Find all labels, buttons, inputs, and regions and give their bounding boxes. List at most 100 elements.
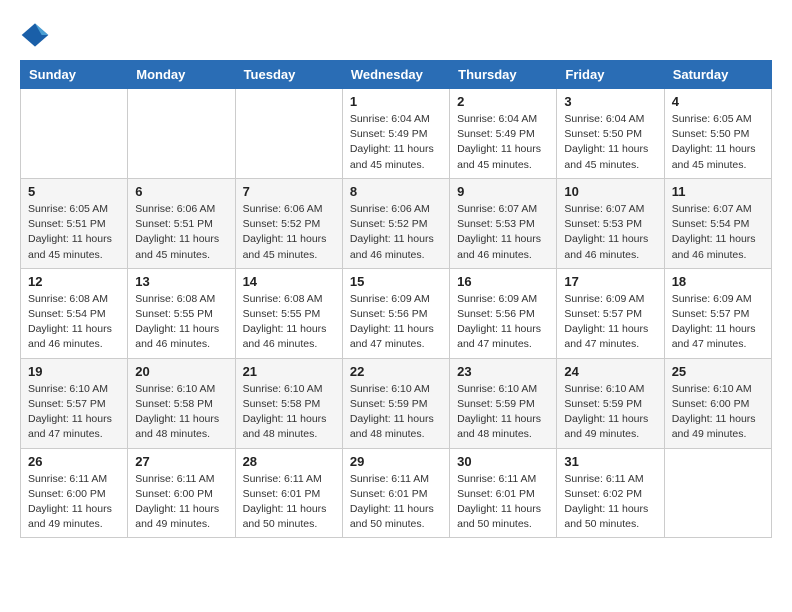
calendar-cell: 14 Sunrise: 6:08 AMSunset: 5:55 PMDayligh… bbox=[235, 268, 342, 358]
day-number: 25 bbox=[672, 364, 764, 379]
day-number: 4 bbox=[672, 94, 764, 109]
day-number: 10 bbox=[564, 184, 656, 199]
calendar-cell: 16Sunrise: 6:09 AMSunset: 5:56 PMDayligh… bbox=[450, 268, 557, 358]
day-number: 15 bbox=[350, 274, 442, 289]
day-info: Sunrise: 6:04 AMSunset: 5:49 PMDaylight:… bbox=[350, 112, 442, 173]
day-number: 6 bbox=[135, 184, 227, 199]
day-header-wednesday: Wednesday bbox=[342, 61, 449, 89]
day-number: 23 bbox=[457, 364, 549, 379]
calendar-cell: 10 Sunrise: 6:07 AMSunset: 5:53 PMDayligh… bbox=[557, 178, 664, 268]
day-header-tuesday: Tuesday bbox=[235, 61, 342, 89]
calendar-cell: 29 Sunrise: 6:11 AMSunset: 6:01 PMDayligh… bbox=[342, 448, 449, 538]
day-info: Sunrise: 6:11 AMSunset: 6:01 PMDaylight:… bbox=[243, 472, 335, 533]
day-number: 2 bbox=[457, 94, 549, 109]
day-info: Sunrise: 6:09 AMSunset: 5:56 PMDaylight:… bbox=[350, 292, 442, 353]
calendar-cell: 3 Sunrise: 6:04 AMSunset: 5:50 PMDaylight… bbox=[557, 89, 664, 179]
day-number: 27 bbox=[135, 454, 227, 469]
calendar-cell: 17Sunrise: 6:09 AMSunset: 5:57 PMDayligh… bbox=[557, 268, 664, 358]
day-number: 29 bbox=[350, 454, 442, 469]
day-header-monday: Monday bbox=[128, 61, 235, 89]
day-info: Sunrise: 6:11 AMSunset: 6:00 PMDaylight:… bbox=[28, 472, 120, 533]
day-info: Sunrise: 6:06 AMSunset: 5:52 PMDaylight:… bbox=[243, 202, 335, 263]
day-info: Sunrise: 6:10 AMSunset: 5:59 PMDaylight:… bbox=[564, 382, 656, 443]
day-info: Sunrise: 6:10 AMSunset: 5:58 PMDaylight:… bbox=[135, 382, 227, 443]
day-info: Sunrise: 6:05 AMSunset: 5:50 PMDaylight:… bbox=[672, 112, 764, 173]
day-info: Sunrise: 6:11 AMSunset: 6:01 PMDaylight:… bbox=[350, 472, 442, 533]
calendar-cell: 30 Sunrise: 6:11 AMSunset: 6:01 PMDayligh… bbox=[450, 448, 557, 538]
calendar-week-2: 5 Sunrise: 6:05 AMSunset: 5:51 PMDaylight… bbox=[21, 178, 772, 268]
day-info: Sunrise: 6:08 AMSunset: 5:55 PMDaylight:… bbox=[135, 292, 227, 353]
day-info: Sunrise: 6:06 AMSunset: 5:52 PMDaylight:… bbox=[350, 202, 442, 263]
day-number: 13 bbox=[135, 274, 227, 289]
calendar-cell: 5 Sunrise: 6:05 AMSunset: 5:51 PMDaylight… bbox=[21, 178, 128, 268]
day-number: 5 bbox=[28, 184, 120, 199]
day-info: Sunrise: 6:10 AMSunset: 5:57 PMDaylight:… bbox=[28, 382, 120, 443]
calendar-cell: 18 Sunrise: 6:09 AMSunset: 5:57 PMDayligh… bbox=[664, 268, 771, 358]
calendar-cell: 26 Sunrise: 6:11 AMSunset: 6:00 PMDayligh… bbox=[21, 448, 128, 538]
calendar-cell: 27Sunrise: 6:11 AMSunset: 6:00 PMDayligh… bbox=[128, 448, 235, 538]
day-number: 7 bbox=[243, 184, 335, 199]
calendar-week-4: 19 Sunrise: 6:10 AMSunset: 5:57 PMDayligh… bbox=[21, 358, 772, 448]
day-header-friday: Friday bbox=[557, 61, 664, 89]
day-number: 19 bbox=[28, 364, 120, 379]
calendar-cell bbox=[128, 89, 235, 179]
calendar-cell: 22 Sunrise: 6:10 AMSunset: 5:59 PMDayligh… bbox=[342, 358, 449, 448]
day-header-thursday: Thursday bbox=[450, 61, 557, 89]
calendar-cell: 15 Sunrise: 6:09 AMSunset: 5:56 PMDayligh… bbox=[342, 268, 449, 358]
day-number: 12 bbox=[28, 274, 120, 289]
day-info: Sunrise: 6:08 AMSunset: 5:54 PMDaylight:… bbox=[28, 292, 120, 353]
calendar-week-3: 12 Sunrise: 6:08 AMSunset: 5:54 PMDayligh… bbox=[21, 268, 772, 358]
calendar-cell bbox=[664, 448, 771, 538]
day-info: Sunrise: 6:05 AMSunset: 5:51 PMDaylight:… bbox=[28, 202, 120, 263]
calendar-cell bbox=[21, 89, 128, 179]
calendar-cell: 28 Sunrise: 6:11 AMSunset: 6:01 PMDayligh… bbox=[235, 448, 342, 538]
calendar-cell: 31Sunrise: 6:11 AMSunset: 6:02 PMDayligh… bbox=[557, 448, 664, 538]
page-header bbox=[20, 20, 772, 50]
calendar-week-1: 1Sunrise: 6:04 AMSunset: 5:49 PMDaylight… bbox=[21, 89, 772, 179]
calendar-cell: 24 Sunrise: 6:10 AMSunset: 5:59 PMDayligh… bbox=[557, 358, 664, 448]
day-info: Sunrise: 6:10 AMSunset: 5:59 PMDaylight:… bbox=[350, 382, 442, 443]
day-number: 18 bbox=[672, 274, 764, 289]
calendar-cell: 1Sunrise: 6:04 AMSunset: 5:49 PMDaylight… bbox=[342, 89, 449, 179]
day-number: 9 bbox=[457, 184, 549, 199]
day-number: 3 bbox=[564, 94, 656, 109]
day-header-sunday: Sunday bbox=[21, 61, 128, 89]
calendar-cell: 19 Sunrise: 6:10 AMSunset: 5:57 PMDayligh… bbox=[21, 358, 128, 448]
day-info: Sunrise: 6:07 AMSunset: 5:53 PMDaylight:… bbox=[564, 202, 656, 263]
logo-icon bbox=[20, 20, 50, 50]
day-number: 14 bbox=[243, 274, 335, 289]
day-number: 21 bbox=[243, 364, 335, 379]
calendar-cell: 13 Sunrise: 6:08 AMSunset: 5:55 PMDayligh… bbox=[128, 268, 235, 358]
calendar-cell: 7 Sunrise: 6:06 AMSunset: 5:52 PMDaylight… bbox=[235, 178, 342, 268]
calendar-cell: 6 Sunrise: 6:06 AMSunset: 5:51 PMDaylight… bbox=[128, 178, 235, 268]
calendar-cell: 9Sunrise: 6:07 AMSunset: 5:53 PMDaylight… bbox=[450, 178, 557, 268]
days-header-row: SundayMondayTuesdayWednesdayThursdayFrid… bbox=[21, 61, 772, 89]
day-info: Sunrise: 6:10 AMSunset: 5:59 PMDaylight:… bbox=[457, 382, 549, 443]
day-number: 17 bbox=[564, 274, 656, 289]
calendar-cell: 12 Sunrise: 6:08 AMSunset: 5:54 PMDayligh… bbox=[21, 268, 128, 358]
day-number: 26 bbox=[28, 454, 120, 469]
calendar-week-5: 26 Sunrise: 6:11 AMSunset: 6:00 PMDayligh… bbox=[21, 448, 772, 538]
calendar-cell: 23 Sunrise: 6:10 AMSunset: 5:59 PMDayligh… bbox=[450, 358, 557, 448]
day-info: Sunrise: 6:04 AMSunset: 5:49 PMDaylight:… bbox=[457, 112, 549, 173]
day-number: 30 bbox=[457, 454, 549, 469]
day-number: 28 bbox=[243, 454, 335, 469]
calendar-cell: 21Sunrise: 6:10 AMSunset: 5:58 PMDayligh… bbox=[235, 358, 342, 448]
calendar-cell: 2 Sunrise: 6:04 AMSunset: 5:49 PMDaylight… bbox=[450, 89, 557, 179]
day-header-saturday: Saturday bbox=[664, 61, 771, 89]
day-info: Sunrise: 6:09 AMSunset: 5:57 PMDaylight:… bbox=[672, 292, 764, 353]
day-number: 24 bbox=[564, 364, 656, 379]
day-info: Sunrise: 6:08 AMSunset: 5:55 PMDaylight:… bbox=[243, 292, 335, 353]
day-number: 11 bbox=[672, 184, 764, 199]
day-info: Sunrise: 6:07 AMSunset: 5:54 PMDaylight:… bbox=[672, 202, 764, 263]
calendar-cell: 4 Sunrise: 6:05 AMSunset: 5:50 PMDaylight… bbox=[664, 89, 771, 179]
calendar-cell: 25Sunrise: 6:10 AMSunset: 6:00 PMDayligh… bbox=[664, 358, 771, 448]
calendar-table: SundayMondayTuesdayWednesdayThursdayFrid… bbox=[20, 60, 772, 538]
calendar-cell: 8Sunrise: 6:06 AMSunset: 5:52 PMDaylight… bbox=[342, 178, 449, 268]
day-info: Sunrise: 6:04 AMSunset: 5:50 PMDaylight:… bbox=[564, 112, 656, 173]
day-info: Sunrise: 6:11 AMSunset: 6:01 PMDaylight:… bbox=[457, 472, 549, 533]
day-number: 22 bbox=[350, 364, 442, 379]
logo bbox=[20, 20, 56, 50]
day-info: Sunrise: 6:09 AMSunset: 5:56 PMDaylight:… bbox=[457, 292, 549, 353]
day-info: Sunrise: 6:06 AMSunset: 5:51 PMDaylight:… bbox=[135, 202, 227, 263]
